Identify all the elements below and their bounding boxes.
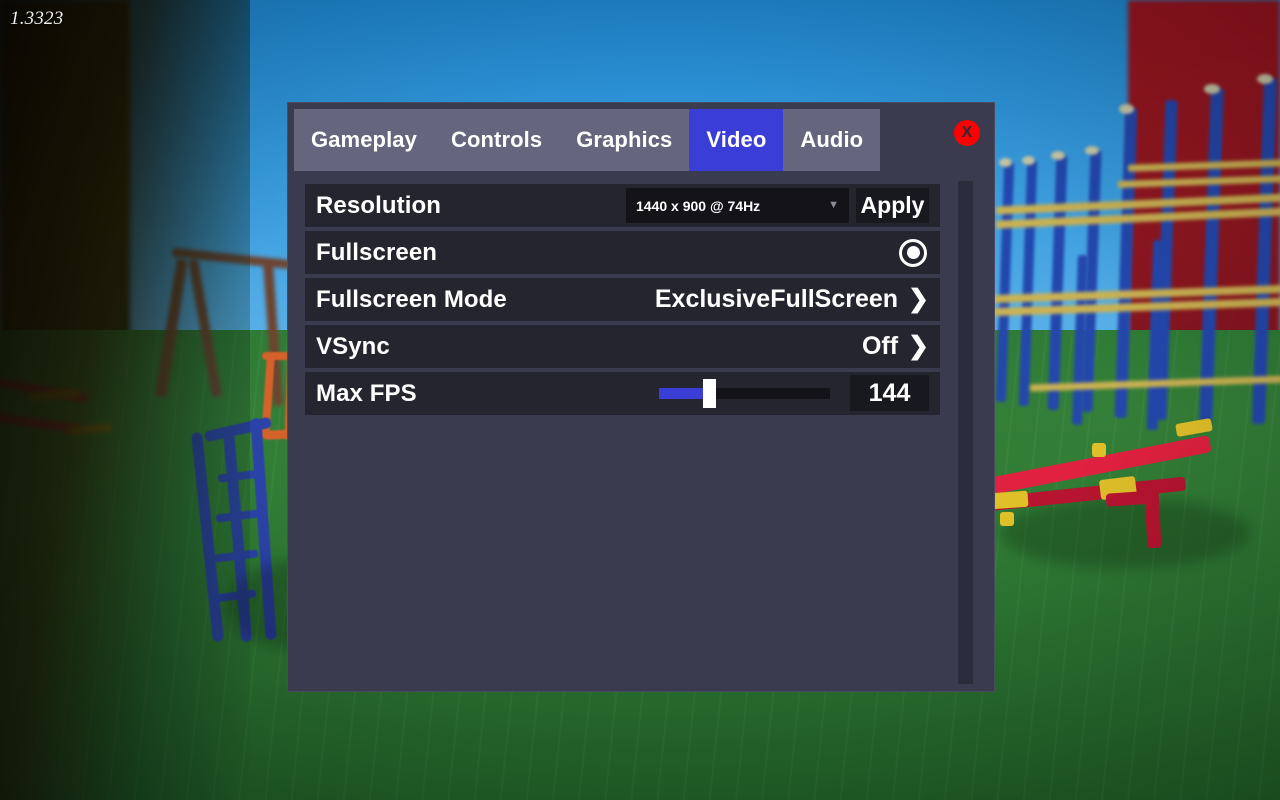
setting-row-fullscreen-mode: Fullscreen Mode ExclusiveFullScreen ❯ bbox=[305, 278, 940, 321]
monkeybar-post-cap-8 bbox=[1257, 74, 1273, 84]
seesaw-handle-mid bbox=[1092, 443, 1106, 457]
max-fps-slider-handle[interactable] bbox=[703, 379, 716, 408]
tab-controls[interactable]: Controls bbox=[433, 109, 560, 171]
tab-graphics-label: Graphics bbox=[576, 127, 673, 152]
chevron-down-icon: ▼ bbox=[828, 199, 839, 211]
resolution-dropdown[interactable]: 1440 x 900 @ 74Hz ▼ bbox=[626, 188, 849, 223]
seesaw-ground-shadow bbox=[1000, 498, 1250, 568]
fullscreen-mode-control: ExclusiveFullScreen ❯ bbox=[655, 285, 929, 314]
tab-audio-label: Audio bbox=[800, 127, 864, 152]
fullscreen-control bbox=[899, 238, 929, 267]
chevron-right-icon[interactable]: ❯ bbox=[906, 334, 929, 359]
setting-row-vsync: VSync Off ❯ bbox=[305, 325, 940, 368]
monkeybar-post-cap-1 bbox=[999, 158, 1012, 167]
fullscreen-mode-value: ExclusiveFullScreen bbox=[654, 285, 899, 313]
monkeybar-post-cap-4 bbox=[1085, 146, 1099, 155]
tab-gameplay-label: Gameplay bbox=[311, 127, 417, 152]
monkeybar-post-cap-3 bbox=[1051, 151, 1065, 160]
monkeybar-post-cap-7 bbox=[1204, 84, 1220, 94]
tab-audio[interactable]: Audio bbox=[783, 109, 881, 171]
monkeybar-post-cap-2 bbox=[1022, 156, 1035, 165]
max-fps-value: 144 bbox=[868, 378, 911, 407]
max-fps-label: Max FPS bbox=[316, 379, 417, 407]
setting-row-resolution: Resolution 1440 x 900 @ 74Hz ▼ Apply bbox=[305, 184, 940, 227]
resolution-selected-value: 1440 x 900 @ 74Hz bbox=[636, 197, 761, 214]
fps-counter: 1.3323 bbox=[10, 8, 64, 29]
settings-tab-bar: Gameplay Controls Graphics Video Audio bbox=[294, 109, 881, 171]
vsync-control: Off ❯ bbox=[862, 332, 929, 361]
tab-video-label: Video bbox=[706, 127, 767, 152]
seesaw-seat-near bbox=[989, 490, 1029, 510]
seesaw-handle-low bbox=[1000, 512, 1014, 526]
resolution-label: Resolution bbox=[316, 191, 441, 219]
tab-controls-label: Controls bbox=[450, 127, 543, 152]
fullscreen-label: Fullscreen bbox=[316, 238, 438, 266]
monkeybar-post-cap-5 bbox=[1119, 104, 1134, 114]
setting-row-max-fps: Max FPS 144 bbox=[305, 372, 940, 415]
max-fps-slider[interactable] bbox=[659, 379, 830, 408]
vsync-value: Off bbox=[861, 332, 899, 360]
max-fps-slider-fill bbox=[659, 388, 705, 399]
setting-row-fullscreen: Fullscreen bbox=[305, 231, 940, 274]
settings-scrollbar[interactable] bbox=[958, 181, 973, 684]
settings-panel: Gameplay Controls Graphics Video Audio X… bbox=[287, 102, 995, 692]
settings-rows: Resolution 1440 x 900 @ 74Hz ▼ Apply Ful… bbox=[305, 184, 940, 419]
max-fps-value-box[interactable]: 144 bbox=[850, 375, 929, 411]
close-button-label: X bbox=[961, 124, 973, 141]
radio-dot bbox=[906, 246, 920, 259]
apply-button-label: Apply bbox=[860, 192, 925, 218]
fullscreen-mode-label: Fullscreen Mode bbox=[316, 285, 507, 313]
apply-button[interactable]: Apply bbox=[856, 188, 929, 223]
chevron-right-icon[interactable]: ❯ bbox=[906, 287, 929, 312]
tab-gameplay[interactable]: Gameplay bbox=[294, 109, 434, 171]
radio-filled-icon[interactable] bbox=[899, 238, 927, 267]
tab-video[interactable]: Video bbox=[689, 109, 784, 171]
close-icon[interactable]: X bbox=[954, 120, 980, 146]
tab-graphics[interactable]: Graphics bbox=[559, 109, 690, 171]
vsync-label: VSync bbox=[316, 332, 390, 360]
background-olive-wall bbox=[0, 0, 130, 340]
